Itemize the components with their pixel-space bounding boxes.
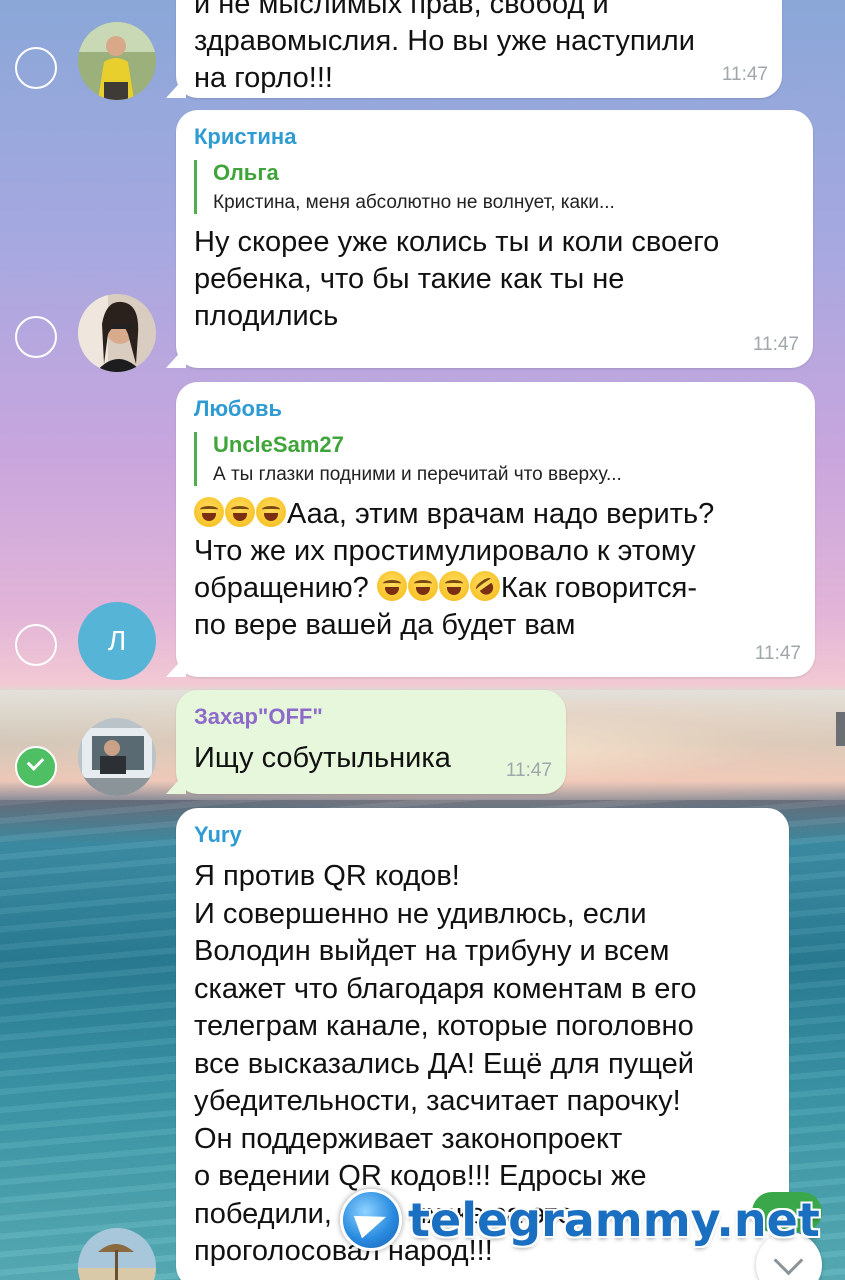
avatar[interactable] [78,22,156,100]
message-time: 11:47 [505,760,552,781]
message-time: 11:47 [752,334,799,355]
bubble-tail [166,655,186,677]
message-time: 11:47 [754,643,801,664]
bubble-tail [166,346,186,368]
message-text: Ааа, этим врачам надо верить? Что же их … [194,496,797,644]
selection-circle-icon[interactable] [15,624,57,666]
bubble-tail [166,76,186,98]
reply-sender-name: Ольга [213,160,279,185]
reply-text: А ты глазки подними и перечитай что ввер… [213,464,622,485]
reply-sender-name: UncleSam27 [213,432,344,457]
selection-circle-icon[interactable] [15,316,57,358]
selection-circle-icon[interactable] [15,47,57,89]
message-text: Ищу собутыльника [194,742,451,774]
message-text: Ну скорее уже колись ты и коли своего ре… [194,226,720,332]
sender-name[interactable]: Кристина [194,124,795,150]
reply-quote[interactable]: Ольга Кристина, меня абсолютно не волнуе… [194,160,792,214]
face-with-tears-of-joy-icon [225,497,255,527]
watermark-text: telegrammy.net [408,1193,820,1247]
sender-name[interactable]: Любовь [194,396,797,422]
sender-name[interactable]: Захар"OFF" [194,704,548,730]
scrollbar-handle[interactable] [836,712,845,746]
message-bubble[interactable]: и не мыслимых прав, свобод и здравомысли… [166,0,782,98]
avatar[interactable] [78,294,156,372]
face-with-tears-of-joy-icon [376,571,407,601]
message-bubble[interactable]: Захар"OFF" Ищу собутыльника 11:47 [166,690,566,794]
avatar[interactable] [78,718,156,796]
message-row[interactable]: Кристина Ольга Кристина, меня абсолютно … [0,110,845,375]
bubble-tail [166,772,186,794]
sender-name[interactable]: Yury [194,822,771,848]
avatar[interactable]: Л [78,602,156,680]
message-row-selected[interactable]: Захар"OFF" Ищу собутыльника 11:47 [0,690,845,800]
face-with-tears-of-joy-icon [256,497,286,527]
face-with-tears-of-joy-icon [194,497,224,527]
message-row[interactable]: и не мыслимых прав, свобод и здравомысли… [0,0,845,100]
face-with-tears-of-joy-icon [407,571,438,601]
message-bubble[interactable]: Кристина Ольга Кристина, меня абсолютно … [166,110,813,368]
message-bubble[interactable]: Любовь UncleSam27 А ты глазки подними и … [166,382,815,677]
reply-quote[interactable]: UncleSam27 А ты глазки подними и перечит… [194,432,794,486]
reply-text: Кристина, меня абсолютно не волнует, как… [213,192,615,213]
message-text: и не мыслимых прав, свобод и здравомысли… [194,0,695,94]
message-time: 11:47 [721,64,768,85]
watermark: telegrammy.net [340,1188,820,1252]
avatar[interactable] [78,1228,156,1280]
checkmark-icon[interactable] [15,746,57,788]
face-with-tears-of-joy-icon [438,571,469,601]
avatar-letter: Л [107,625,127,656]
rolling-on-floor-laughing-icon [463,565,506,607]
telegram-logo-icon [340,1189,402,1251]
message-row[interactable]: Л Любовь UncleSam27 А ты глазки подними … [0,382,845,680]
